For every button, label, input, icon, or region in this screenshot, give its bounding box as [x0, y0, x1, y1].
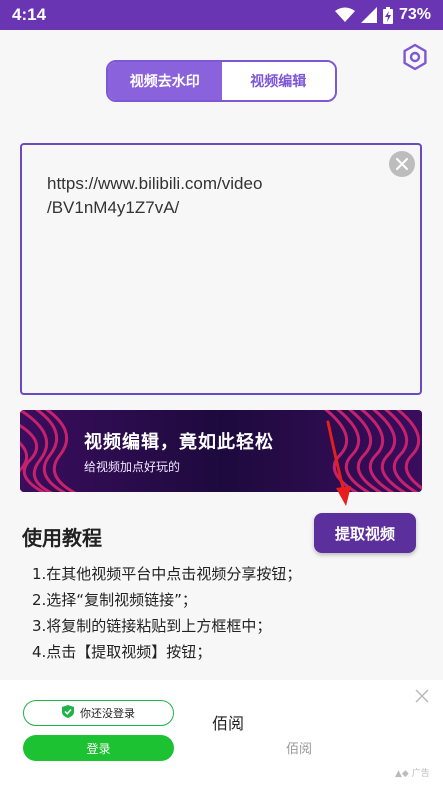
extract-video-button[interactable]: 提取视频: [314, 513, 416, 553]
clear-icon[interactable]: [389, 151, 415, 177]
settings-icon[interactable]: [400, 42, 430, 72]
ad-app-name: 佰阅: [212, 714, 245, 733]
status-bar: 4:14 73%: [0, 0, 443, 30]
login-status-chip[interactable]: 你还没登录: [23, 700, 174, 726]
status-icons: 73%: [334, 6, 431, 24]
list-item: 4.点击【提取视频】按钮；: [32, 643, 212, 661]
mode-tabs: 视频去水印 视频编辑: [106, 60, 337, 102]
ad-app-subtitle: 佰阅: [286, 742, 313, 757]
wifi-icon: [334, 7, 355, 23]
tutorial-steps: 1.在其他视频平台中点击视频分享按钮； 2.选择“复制视频链接”； 3.将复制的…: [32, 561, 301, 665]
list-item: 2.选择“复制视频链接”；: [32, 591, 197, 609]
ad-tag-label: 广告: [411, 769, 430, 779]
login-hint: 你还没登录: [80, 707, 135, 720]
tab-video-edit[interactable]: 视频编辑: [221, 62, 335, 100]
video-edit-banner[interactable]: 视频编辑，竟如此轻松 给视频加点好玩的: [20, 410, 422, 492]
battery-percent: 73%: [398, 6, 431, 23]
status-time: 4:14: [12, 5, 47, 24]
banner-title: 视频编辑，竟如此轻松: [84, 432, 274, 453]
close-icon[interactable]: [414, 688, 430, 704]
login-button[interactable]: 登录: [23, 735, 174, 761]
signal-icon: [360, 7, 377, 23]
list-item: 1.在其他视频平台中点击视频分享按钮；: [32, 565, 302, 583]
url-input[interactable]: https://www.bilibili.com/video /BV1nM4y1…: [47, 172, 377, 220]
shield-icon: [62, 705, 74, 721]
ad-banner[interactable]: 你还没登录 登录 佰阅 佰阅 ▲◆ 广告: [0, 680, 443, 788]
tutorial-title: 使用教程: [22, 526, 102, 550]
tab-remove-watermark[interactable]: 视频去水印: [108, 62, 222, 100]
url-input-box[interactable]: https://www.bilibili.com/video /BV1nM4y1…: [20, 143, 422, 395]
banner-subtitle: 给视频加点好玩的: [84, 460, 181, 474]
red-arrow-annotation: [326, 420, 351, 506]
battery-charging-icon: [382, 6, 393, 24]
ad-tag: ▲◆ 广告: [395, 766, 430, 779]
main-screen: 视频去水印 视频编辑 https://www.bilibili.com/vide…: [0, 30, 443, 680]
ad-logo-icon: ▲◆: [395, 769, 409, 779]
list-item: 3.将复制的链接粘贴到上方框框中；: [32, 617, 272, 635]
